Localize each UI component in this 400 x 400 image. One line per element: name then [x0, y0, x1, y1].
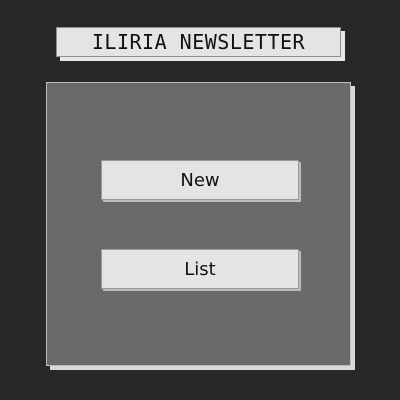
- app-title-box: ILIRIA NEWSLETTER: [56, 27, 341, 57]
- main-menu-panel: New List: [46, 82, 351, 366]
- list-button-label: List: [184, 258, 216, 280]
- app-window: ILIRIA NEWSLETTER New List: [0, 0, 400, 400]
- new-button-label: New: [180, 169, 220, 191]
- app-title: ILIRIA NEWSLETTER: [91, 30, 306, 54]
- new-button[interactable]: New: [101, 160, 299, 200]
- list-button[interactable]: List: [101, 249, 299, 289]
